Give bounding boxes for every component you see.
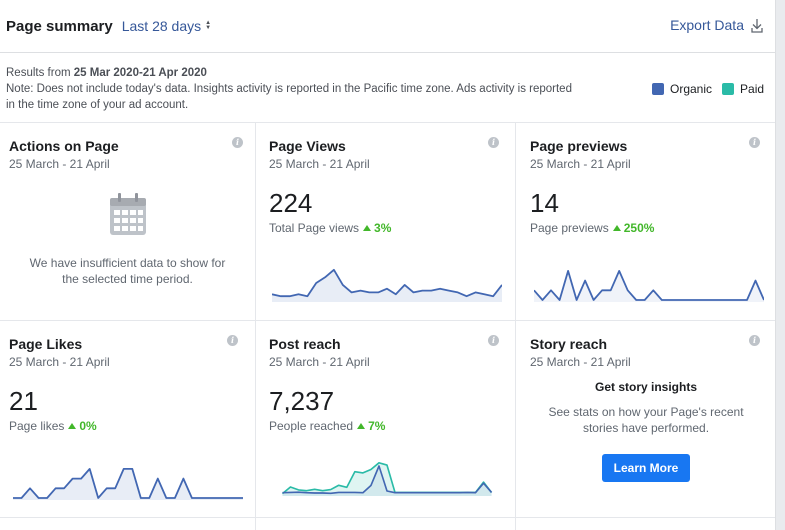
metric-value: 14 [530, 188, 559, 218]
delta-badge: 0% [68, 419, 97, 433]
legend-paid: Paid [722, 82, 764, 96]
card-date: 25 March - 21 April [530, 355, 631, 369]
actions-on-page-card[interactable]: Actions on Page 25 March - 21 April i We… [0, 122, 260, 320]
organic-series-area [272, 269, 502, 302]
info-icon[interactable]: i [227, 335, 238, 346]
up-arrow-icon [612, 225, 621, 231]
up-arrow-icon [357, 423, 366, 429]
card-date: 25 March - 21 April [9, 355, 110, 369]
metric-value: 21 [9, 386, 38, 416]
metric-label: Total Page views [269, 221, 360, 235]
story-reach-card[interactable]: Story reach 25 March - 21 April i Get st… [516, 320, 776, 518]
metric-subtitle: Total Page views 3% [269, 221, 391, 235]
organic-series-area [534, 270, 764, 302]
metric-subtitle: People reached 7% [269, 419, 385, 433]
delta-value: 3% [374, 221, 392, 235]
metric-value: 7,237 [269, 386, 335, 416]
date-range-dropdown[interactable]: Last 28 days ▲ ▼ [122, 18, 211, 34]
card-title: Page previews [530, 138, 628, 154]
metric-label: Page likes [9, 419, 65, 433]
delta-badge: 7% [357, 419, 385, 433]
story-heading: Get story insights [594, 380, 698, 394]
card-date: 25 March - 21 April [530, 157, 631, 171]
empty-state: We have insufficient data to show for th… [0, 192, 255, 287]
note-line-2: in the time zone of your ad account. [6, 99, 189, 111]
scrollbar-track[interactable] [775, 0, 785, 530]
info-icon[interactable]: i [749, 335, 760, 346]
story-insights-promo: Get story insights See stats on how your… [516, 380, 776, 482]
up-arrow-icon [363, 225, 372, 231]
paid-swatch [722, 83, 735, 95]
empty-message-line-2: the selected time period. [62, 272, 193, 286]
card-date: 25 March - 21 April [9, 157, 110, 171]
card-title: Page Views [269, 138, 346, 154]
results-range: 25 Mar 2020-21 Apr 2020 [73, 67, 207, 79]
sort-arrows-icon: ▲ ▼ [205, 20, 212, 31]
card-title: Actions on Page [9, 138, 119, 154]
post-reach-sparkline [281, 462, 493, 496]
summary-header: Page summary Last 28 days ▲ ▼ Export Data [0, 0, 775, 53]
info-icon[interactable]: i [749, 137, 760, 148]
page-likes-card[interactable]: Page Likes 25 March - 21 April i 21 Page… [0, 320, 260, 518]
results-prefix: Results from [6, 67, 71, 79]
metric-subtitle: Page previews 250% [530, 221, 654, 235]
results-note: Results from 25 Mar 2020-21 Apr 2020 Not… [6, 65, 626, 113]
card-title: Story reach [530, 336, 608, 352]
page-previews-card[interactable]: Page previews 25 March - 21 April i 14 P… [516, 122, 776, 320]
info-icon[interactable]: i [488, 137, 499, 148]
metric-label: Page previews [530, 221, 609, 235]
metric-label: People reached [269, 419, 354, 433]
card-title: Page Likes [9, 336, 83, 352]
legend-organic: Organic [652, 82, 712, 96]
learn-more-button[interactable]: Learn More [601, 454, 691, 482]
page-previews-sparkline [534, 269, 764, 302]
delta-value: 0% [79, 419, 97, 433]
delta-badge: 3% [363, 221, 391, 235]
legend-organic-label: Organic [670, 82, 713, 96]
card-date: 25 March - 21 April [269, 157, 370, 171]
metric-subtitle: Page likes 0% [9, 419, 97, 433]
story-desc-line-2: stories have performed. [582, 421, 710, 435]
date-range-label: Last 28 days [121, 18, 202, 34]
export-data-label: Export Data [670, 17, 744, 33]
delta-badge: 250% [612, 221, 655, 235]
empty-message-line-1: We have insufficient data to show for [29, 256, 226, 270]
card-date: 25 March - 21 April [269, 355, 370, 369]
calendar-icon [109, 193, 146, 235]
page-title: Page summary [6, 17, 113, 35]
page-likes-sparkline [13, 467, 243, 500]
page-views-card[interactable]: Page Views 25 March - 21 April i 224 Tot… [256, 122, 516, 320]
story-desc-line-1: See stats on how your Page's recent [548, 405, 744, 419]
export-data-button[interactable]: Export Data [670, 17, 763, 33]
chart-legend: Organic Paid [652, 82, 774, 96]
metric-value: 224 [269, 188, 313, 218]
up-arrow-icon [68, 423, 77, 429]
legend-paid-label: Paid [740, 82, 765, 96]
download-icon [751, 18, 763, 33]
post-reach-card[interactable]: Post reach 25 March - 21 April i 7,237 P… [256, 320, 516, 518]
card-title: Post reach [269, 336, 341, 352]
delta-value: 7% [368, 419, 386, 433]
info-icon[interactable]: i [232, 137, 243, 148]
note-line-1: Note: Does not include today's data. Ins… [6, 83, 572, 95]
organic-series-area [13, 468, 243, 500]
info-icon[interactable]: i [488, 335, 499, 346]
page-views-sparkline [272, 268, 502, 302]
page-summary-panel: Page summary Last 28 days ▲ ▼ Export Data… [0, 0, 775, 530]
organic-swatch [652, 83, 664, 95]
delta-value: 250% [623, 221, 655, 235]
